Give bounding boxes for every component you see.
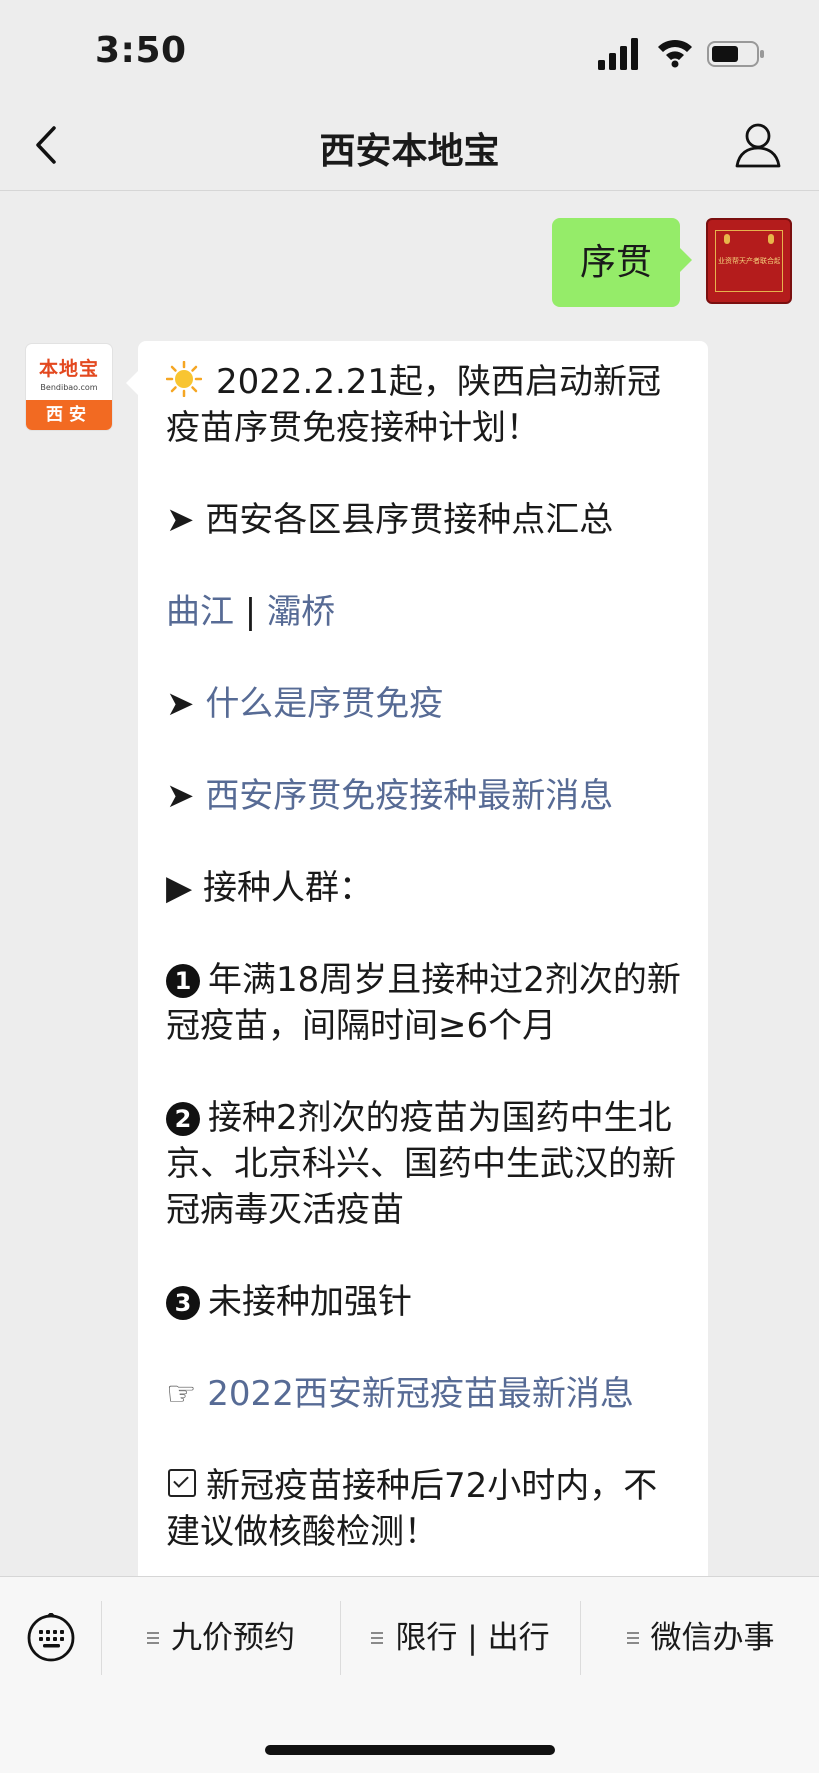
sun-icon: [166, 361, 202, 397]
menu-list-icon: [147, 1632, 159, 1644]
link-latest-news[interactable]: 西安序贯免疫接种最新消息: [205, 776, 613, 816]
menu-item-label: 限行 | 出行: [395, 1620, 550, 1656]
menu-item-wechat-services[interactable]: 微信办事: [580, 1601, 819, 1675]
triangle-icon: ▶: [166, 868, 193, 908]
number-badge: 2: [166, 1102, 200, 1136]
profile-icon[interactable]: [733, 120, 783, 170]
wifi-icon: [658, 39, 692, 68]
menu-list-icon: [626, 1632, 639, 1644]
after-line: 新冠疫苗接种后72小时内，不建议做核酸检测！: [166, 1463, 688, 1555]
battery-icon: [707, 41, 764, 67]
menu-item-label: 微信办事: [650, 1620, 775, 1656]
link-separator: |: [234, 592, 268, 632]
sent-message-bubble[interactable]: 序贯: [552, 218, 692, 307]
message-title: 2022.2.21起，陕西启动新冠疫苗序贯免疫接种计划！: [166, 359, 688, 451]
lantern-icon: [768, 234, 774, 244]
avatar-caption: 业资帮天产者联合起来: [718, 257, 780, 265]
menu-list-icon: [371, 1632, 384, 1644]
arrow-icon: ➤: [166, 684, 195, 724]
number-badge: 3: [166, 1286, 200, 1320]
link-qujiang[interactable]: 曲江: [166, 592, 234, 632]
menu-item-hpv[interactable]: 九价预约: [101, 1601, 340, 1675]
latest-line: ➤ 西安序贯免疫接种最新消息: [166, 773, 688, 819]
after-text: 新冠疫苗接种后72小时内，不建议做核酸检测！: [166, 1466, 658, 1552]
bot-avatar[interactable]: 本地宝 Bendibao.com 西安: [26, 344, 112, 430]
what-line: ➤ 什么是序贯免疫: [166, 681, 688, 727]
received-message-bubble: 2022.2.21起，陕西启动新冠疫苗序贯免疫接种计划！ ➤ 西安各区县序贯接种…: [126, 341, 708, 1576]
crowd-item-3: 3 未接种加强针: [166, 1279, 688, 1325]
menu-item-label: 九价预约: [171, 1620, 295, 1656]
district-links: 曲江 | 灞桥: [166, 589, 688, 635]
number-badge: 1: [166, 964, 200, 998]
crowd-label: 接种人群：: [202, 868, 373, 908]
status-bar: 3:50: [0, 0, 819, 100]
summary-text: 西安各区县序贯接种点汇总: [205, 500, 614, 540]
crowd-item-text: 接种2剂次的疫苗为国药中生北京、北京科兴、国药中生武汉的新冠病毒灭活疫苗: [166, 1098, 676, 1230]
chat-area[interactable]: 序贯 业资帮天产者联合起来 本地宝 Bendibao.com 西安 2022.2…: [0, 191, 819, 1576]
summary-line: ➤ 西安各区县序贯接种点汇总: [166, 497, 688, 543]
home-indicator[interactable]: [265, 1745, 555, 1755]
menu-item-traffic[interactable]: 限行 | 出行: [340, 1601, 580, 1675]
arrow-icon: ➤: [166, 500, 195, 540]
avatar-city: 西安: [26, 400, 112, 430]
crowd-item-text: 年满18周岁且接种过2剂次的新冠疫苗，间隔时间≥6个月: [166, 960, 681, 1046]
sent-message-text: 序贯: [579, 242, 652, 283]
pointing-hand-icon: ☞: [166, 1374, 197, 1414]
link-baqiao[interactable]: 灞桥: [267, 592, 335, 632]
crowd-item-1: 1 年满18周岁且接种过2剂次的新冠疫苗，间隔时间≥6个月: [166, 957, 688, 1049]
lantern-icon: [724, 234, 730, 244]
avatar-logo-sub: Bendibao.com: [40, 383, 98, 392]
nav-bar: 西安本地宝: [0, 100, 819, 191]
news-line: ☞ 2022西安新冠疫苗最新消息: [166, 1371, 688, 1417]
cellular-signal-icon: [598, 38, 638, 70]
checkbox-icon: [168, 1469, 196, 1497]
crowd-heading: ▶ 接种人群：: [166, 865, 688, 911]
keyboard-icon[interactable]: [26, 1613, 76, 1663]
avatar-logo-text: 本地宝: [38, 358, 99, 380]
crowd-item-2: 2 接种2剂次的疫苗为国药中生北京、北京科兴、国药中生武汉的新冠病毒灭活疫苗: [166, 1095, 688, 1233]
my-avatar[interactable]: 业资帮天产者联合起来: [706, 218, 792, 304]
bottom-menu-bar: 九价预约 限行 | 出行 微信办事: [0, 1576, 819, 1773]
page-title: 西安本地宝: [319, 131, 500, 172]
status-time: 3:50: [95, 30, 187, 71]
title-text: 2022.2.21起，陕西启动新冠疫苗序贯免疫接种计划！: [166, 362, 662, 448]
crowd-item-text: 未接种加强针: [208, 1282, 412, 1322]
arrow-icon: ➤: [166, 776, 195, 816]
link-vaccine-news[interactable]: 2022西安新冠疫苗最新消息: [207, 1374, 634, 1414]
link-what-is-sequential[interactable]: 什么是序贯免疫: [205, 684, 443, 724]
